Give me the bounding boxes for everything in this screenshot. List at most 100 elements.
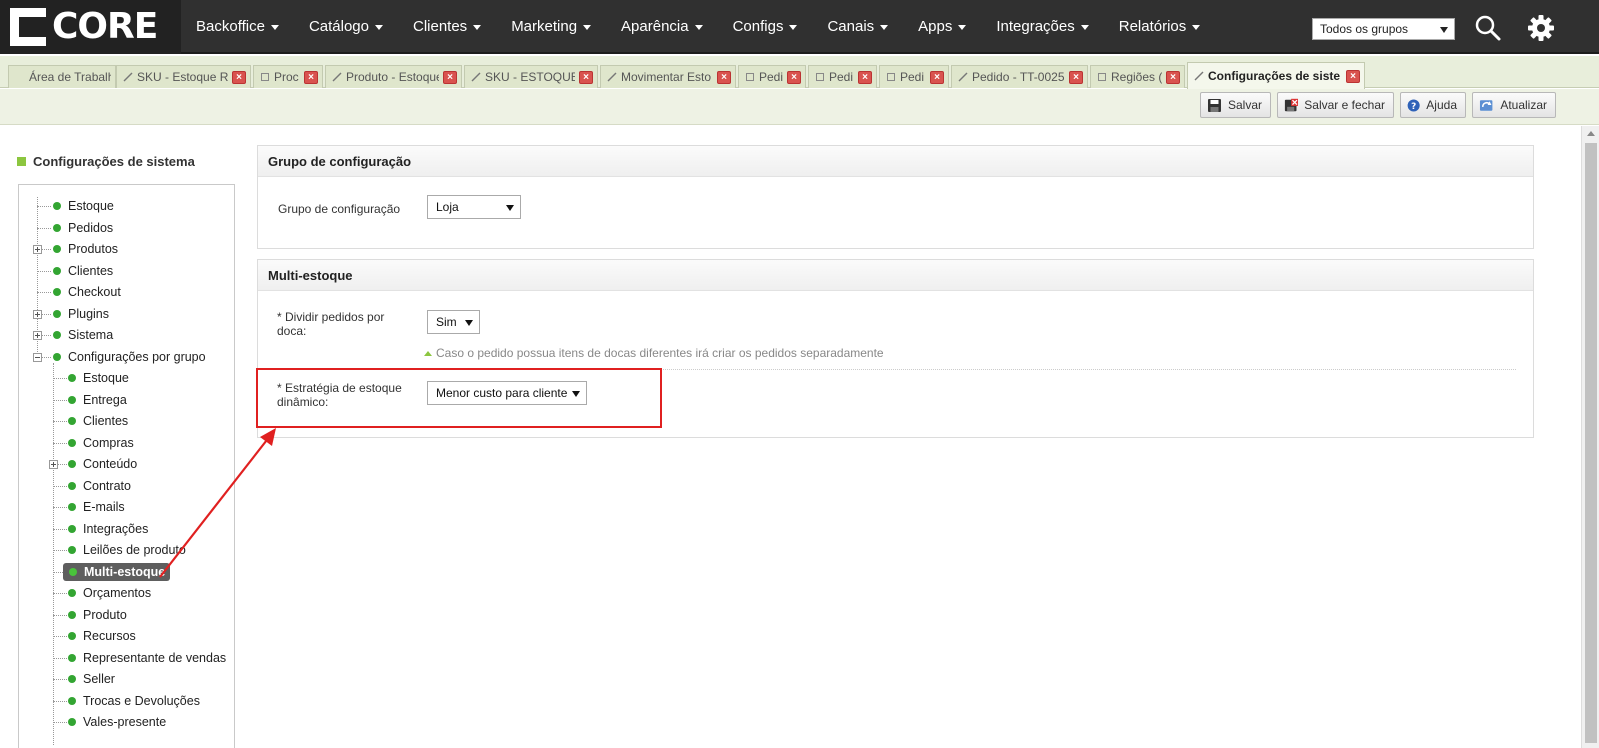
tab-close-icon[interactable]: ×: [1346, 69, 1360, 83]
menu-clientes[interactable]: Clientes: [398, 0, 496, 54]
split-orders-hint: Caso o pedido possua itens de docas dife…: [424, 346, 884, 360]
menu-relatorios[interactable]: Relatórios: [1104, 0, 1216, 54]
help-button[interactable]: ? Ajuda: [1400, 92, 1466, 118]
tree-item-configuracoes-por-grupo[interactable]: Configurações por grupo: [53, 347, 206, 367]
menu-aparencia[interactable]: Aparência: [606, 0, 718, 54]
logo[interactable]: CORE: [0, 0, 181, 54]
tab-close-icon[interactable]: ×: [232, 70, 246, 84]
scroll-up-icon[interactable]: [1587, 131, 1595, 136]
tree-item-produtos[interactable]: Produtos: [53, 239, 118, 259]
caret-down-icon: [1080, 24, 1089, 30]
tabs-bar: Área de Trabalho SKU - Estoque R × Proc …: [0, 56, 1599, 89]
menu-marketing[interactable]: Marketing: [496, 0, 606, 54]
tab-close-icon[interactable]: ×: [787, 70, 801, 84]
menu-canais[interactable]: Canais: [812, 0, 903, 54]
tree-item-vales-presente[interactable]: Vales-presente: [68, 712, 166, 732]
document-icon: [887, 73, 895, 81]
tab-pedido-2[interactable]: Pedi ×: [808, 65, 877, 88]
tree-collapse-icon[interactable]: [33, 353, 42, 362]
refresh-button[interactable]: Atualizar: [1472, 92, 1556, 118]
caret-down-icon: [694, 24, 703, 30]
tree-item-checkout[interactable]: Checkout: [53, 282, 121, 302]
tab-movimentar-estoque[interactable]: Movimentar Esto ×: [600, 65, 736, 88]
config-group-select[interactable]: Loja: [427, 195, 521, 219]
tree-item-grupo-estoque[interactable]: Estoque: [68, 368, 129, 388]
green-dot-icon: [69, 568, 77, 576]
tree-expand-icon[interactable]: [49, 460, 58, 469]
green-dot-icon: [53, 267, 61, 275]
tree-item-pedidos[interactable]: Pedidos: [53, 218, 113, 238]
tab-close-icon[interactable]: ×: [858, 70, 872, 84]
group-select[interactable]: Todos os grupos: [1312, 18, 1455, 40]
tab-close-icon[interactable]: ×: [579, 70, 593, 84]
tab-close-icon[interactable]: ×: [443, 70, 457, 84]
tree-item-e-mails[interactable]: E-mails: [68, 497, 125, 517]
tab-close-icon[interactable]: ×: [1069, 70, 1083, 84]
tree-expand-icon[interactable]: [33, 310, 42, 319]
tree-item-label: Sistema: [68, 328, 114, 342]
green-square-icon: [17, 157, 26, 166]
tab-configuracoes-de-sistema[interactable]: Configurações de siste ×: [1187, 62, 1365, 89]
panel-header: Grupo de configuração: [258, 146, 1533, 177]
tab-pedido-1[interactable]: Pedi ×: [738, 65, 806, 88]
tree-item-representante-de-vendas[interactable]: Representante de vendas: [68, 648, 226, 668]
save-button[interactable]: Salvar: [1200, 92, 1271, 118]
tab-close-icon[interactable]: ×: [717, 70, 731, 84]
tree-item-label: Conteúdo: [83, 457, 138, 471]
tab-regioes[interactable]: Regiões ( ×: [1090, 65, 1185, 88]
gear-icon[interactable]: [1527, 14, 1555, 42]
vertical-scrollbar[interactable]: [1581, 126, 1599, 748]
tree-item-clientes[interactable]: Clientes: [53, 261, 113, 281]
menu-catalogo[interactable]: Catálogo: [294, 0, 398, 54]
tree-item-label: Estoque: [68, 199, 114, 213]
tree-item-trocas-e-devolucoes[interactable]: Trocas e Devoluções: [68, 691, 200, 711]
tab-close-icon[interactable]: ×: [1166, 70, 1180, 84]
scrollbar-thumb[interactable]: [1585, 143, 1597, 743]
tab-area-de-trabalho[interactable]: Área de Trabalho: [8, 65, 116, 88]
tree-line: [53, 550, 67, 551]
tab-sku-estoque-2[interactable]: SKU - ESTOQUE ×: [464, 65, 598, 88]
save-and-close-button[interactable]: Salvar e fechar: [1277, 92, 1394, 118]
tree-item-estoque[interactable]: Estoque: [53, 196, 114, 216]
save-button-label: Salvar: [1227, 98, 1262, 112]
tab-sku-estoque[interactable]: SKU - Estoque R ×: [116, 65, 251, 88]
tree-item-grupo-clientes[interactable]: Clientes: [68, 411, 128, 431]
sidebar-title: Configurações de sistema: [17, 154, 195, 169]
tab-label: SKU - ESTOQUE: [485, 70, 575, 84]
tree-item-plugins[interactable]: Plugins: [53, 304, 109, 324]
tab-label: Área de Trabalho: [29, 70, 111, 84]
menu-apps[interactable]: Apps: [903, 0, 981, 54]
tree-expand-icon[interactable]: [33, 245, 42, 254]
tree-line: [53, 378, 67, 379]
pencil-icon: [123, 72, 133, 82]
tab-pedido-tt-0025[interactable]: Pedido - TT-0025 ×: [951, 65, 1088, 88]
split-orders-select[interactable]: Sim: [427, 310, 480, 334]
pencil-icon: [1194, 71, 1204, 81]
tree-expand-icon[interactable]: [33, 331, 42, 340]
tree-line: [53, 636, 67, 637]
tab-proc[interactable]: Proc ×: [253, 65, 323, 88]
menu-backoffice[interactable]: Backoffice: [181, 0, 294, 54]
tree-item-seller[interactable]: Seller: [68, 669, 115, 689]
tree-item-sistema[interactable]: Sistema: [53, 325, 113, 345]
app-root: CORE Backoffice Catálogo Clientes Market…: [0, 0, 1599, 748]
tree-item-recursos[interactable]: Recursos: [68, 626, 136, 646]
tree-item-integracoes[interactable]: Integrações: [68, 519, 148, 539]
tab-close-icon[interactable]: ×: [930, 70, 944, 84]
tree-item-contrato[interactable]: Contrato: [68, 476, 131, 496]
tree-item-conteudo[interactable]: Conteúdo: [68, 454, 137, 474]
search-icon[interactable]: [1474, 14, 1502, 42]
tree-item-produto[interactable]: Produto: [68, 605, 127, 625]
tree-item-compras[interactable]: Compras: [68, 433, 134, 453]
top-navbar: CORE Backoffice Catálogo Clientes Market…: [0, 0, 1599, 54]
tree-item-entrega[interactable]: Entrega: [68, 390, 127, 410]
tab-close-icon[interactable]: ×: [304, 70, 318, 84]
menu-configs[interactable]: Configs: [718, 0, 813, 54]
green-dot-icon: [68, 546, 76, 554]
tree-line: [53, 722, 67, 723]
tab-produto-estoque[interactable]: Produto - Estoque ×: [325, 65, 462, 88]
tree-item-orcamentos[interactable]: Orçamentos: [68, 583, 151, 603]
tab-pedido-3[interactable]: Pedi ×: [879, 65, 949, 88]
menu-integracoes[interactable]: Integrações: [981, 0, 1103, 54]
pencil-icon: [607, 72, 617, 82]
